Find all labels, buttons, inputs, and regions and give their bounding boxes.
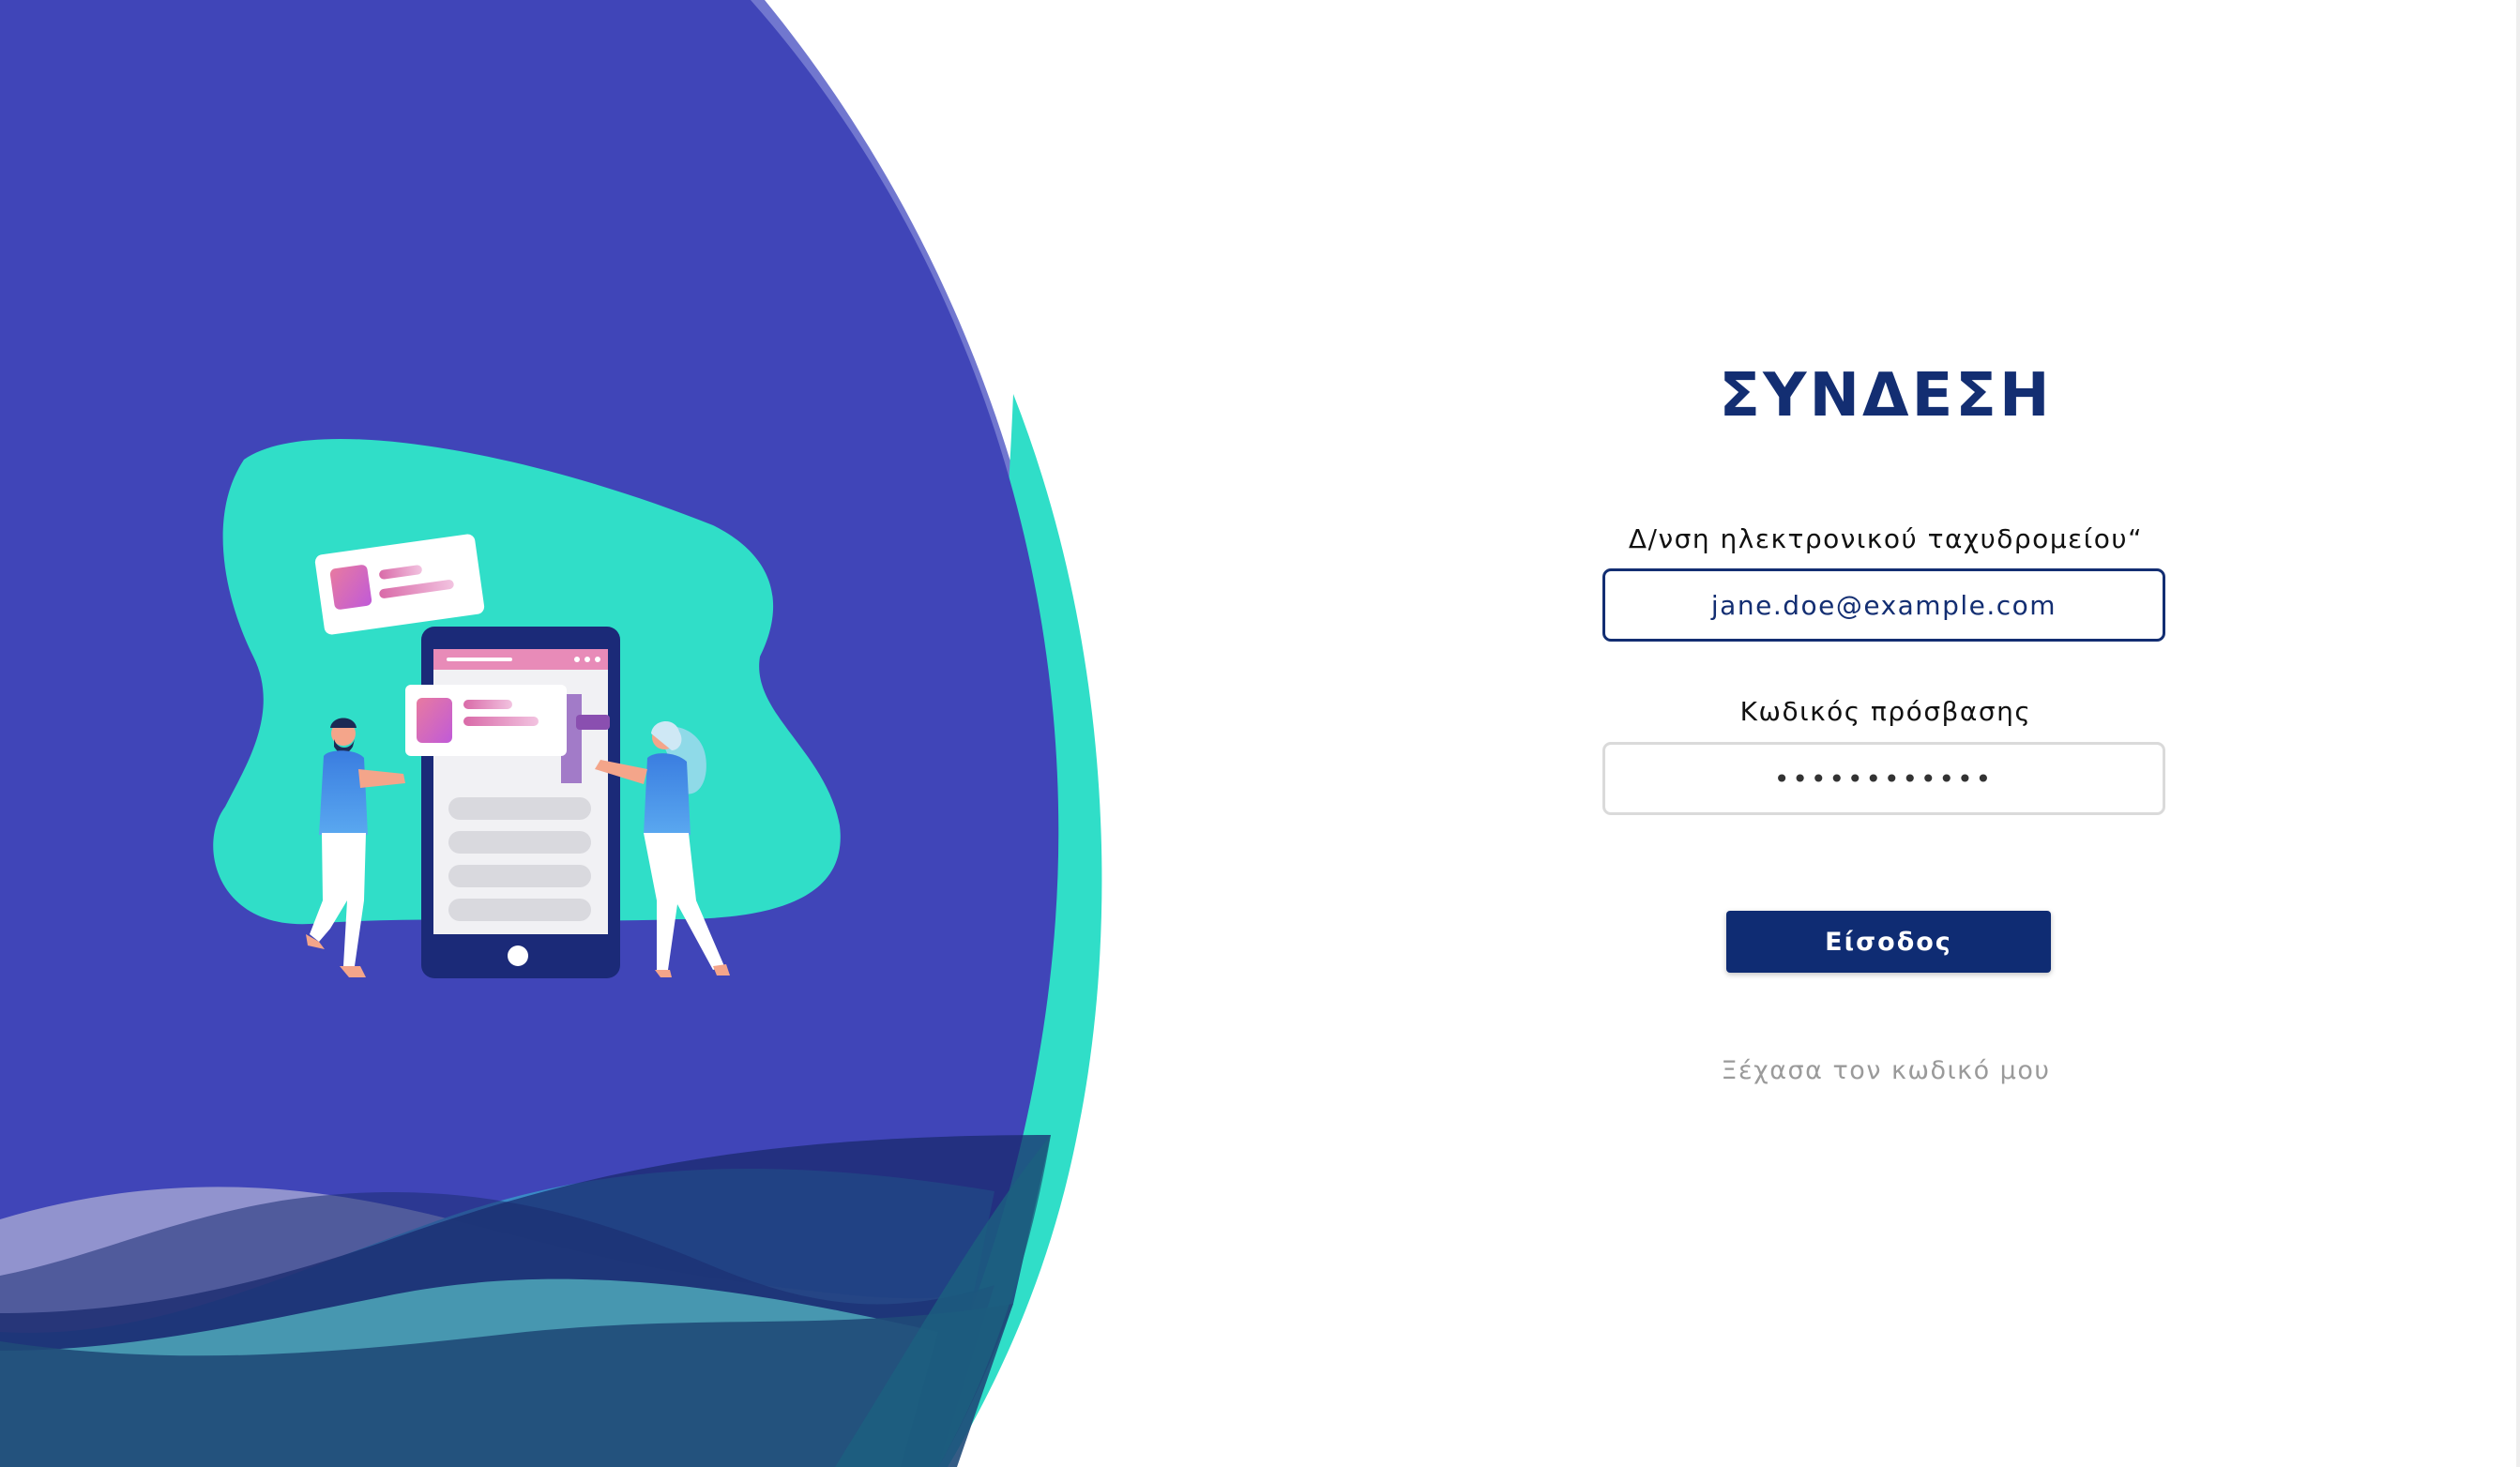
login-form: ΣΥΝΔΕΣΗ Δ/νση ηλεκτρονικού ταχυδρομείου“… [1595,0,2177,1467]
forgot-password-link[interactable]: Ξέχασα τον κωδικό μου [1595,1056,2177,1085]
page-title: ΣΥΝΔΕΣΗ [1719,361,2053,431]
password-label: Κωδικός πρόσβασης [1739,696,2032,727]
hero-background [0,0,1102,1467]
page-edge [2516,0,2520,1467]
hero-panel [0,0,1126,1467]
email-label: Δ/νση ηλεκτρονικού ταχυδρομείου“ [1628,523,2144,554]
login-page: ΣΥΝΔΕΣΗ Δ/νση ηλεκτρονικού ταχυδρομείου“… [0,0,2520,1467]
phone-illustration [421,627,620,978]
login-button[interactable]: Είσοδος [1726,911,2051,973]
held-card-illustration [405,685,567,756]
email-field[interactable] [1602,568,2165,642]
password-field[interactable] [1602,742,2165,815]
